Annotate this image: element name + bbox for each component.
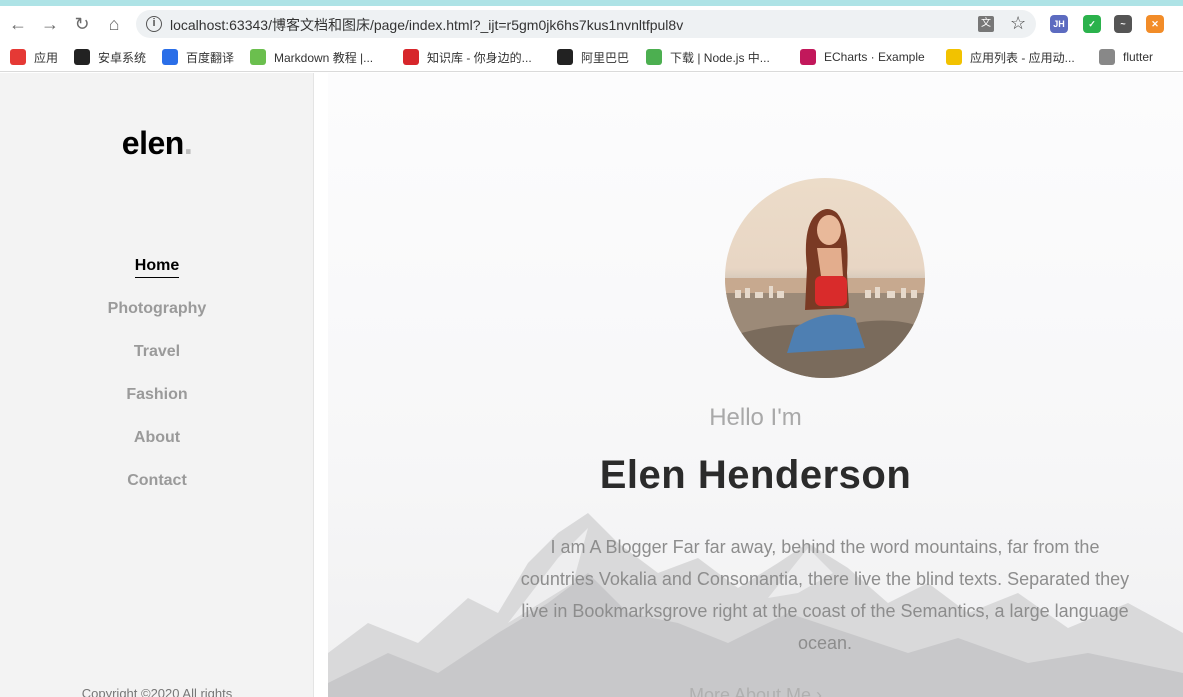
markdown-icon: [250, 49, 266, 65]
greeting-text: Hello I'm: [709, 404, 802, 431]
echarts-icon: [800, 49, 816, 65]
bookmark-item[interactable]: 应用列表 - 应用动...: [946, 48, 1075, 66]
bookmark-label: flutter: [1123, 50, 1154, 64]
site-info-icon[interactable]: i: [146, 16, 162, 32]
home-icon[interactable]: ⌂: [104, 14, 124, 34]
profile-photo: [725, 178, 925, 378]
main-nav: Home Photography Travel Fashion About Contact: [0, 257, 314, 515]
address-bar[interactable]: i localhost:63343/博客文档和图床/page/index.htm…: [136, 10, 1036, 38]
nav-item-label: Home: [134, 257, 180, 278]
translate-icon[interactable]: 文: [978, 16, 994, 32]
hero-section: Hello I'm Elen Henderson I am A Blogger …: [328, 73, 1183, 697]
github-icon: [74, 49, 90, 65]
bookmark-item[interactable]: 阿里巴巴: [557, 48, 629, 66]
nav-item-contact[interactable]: Contact: [0, 472, 314, 515]
bookmark-item[interactable]: flutter: [1099, 48, 1153, 66]
bookmark-label: 下载 | Node.js 中...: [670, 50, 770, 65]
bookmark-item[interactable]: Markdown 教程 |...: [250, 48, 373, 66]
web-page: elen. Home Photography Travel Fashion About C…: [0, 73, 1183, 697]
bookmark-label: ECharts · Example: [824, 50, 925, 64]
bookmark-item[interactable]: 知识库 - 你身边的...: [403, 48, 532, 66]
apps-grid-icon: [10, 49, 26, 65]
github-icon: [557, 49, 573, 65]
author-name: Elen Henderson: [599, 453, 912, 497]
more-about-me-link[interactable]: More About Me ›: [328, 685, 1183, 697]
shield-check-icon[interactable]: ✓: [1083, 15, 1101, 33]
nav-item-label: Photography: [107, 300, 207, 317]
orange-extension-icon[interactable]: ✕: [1146, 15, 1164, 33]
chart-extension-icon[interactable]: ~: [1114, 15, 1132, 33]
bookmark-item[interactable]: 百度翻译: [162, 48, 234, 66]
knowledge-icon: [403, 49, 419, 65]
folder-icon: [1099, 49, 1115, 65]
jh-icon[interactable]: JH: [1050, 15, 1068, 33]
nav-item-home[interactable]: Home: [0, 257, 314, 300]
browser-toolbar: ← → ↻ ⌂ i localhost:63343/博客文档和图床/page/i…: [0, 6, 1183, 42]
nav-item-label: Contact: [127, 472, 187, 489]
nav-item-label: Fashion: [126, 386, 188, 403]
reload-icon[interactable]: ↻: [72, 14, 92, 34]
back-arrow-icon[interactable]: ←: [8, 14, 28, 34]
profile-photo-illustration: [725, 178, 925, 378]
bookmark-label: Markdown 教程 |...: [274, 50, 374, 65]
author-bio: I am A Blogger Far far away, behind the …: [520, 537, 1130, 653]
forward-arrow-icon[interactable]: →: [40, 14, 60, 34]
bookmarks-bar: 应用 安卓系统 百度翻译 Markdown 教程 |... 知识库 - 你身边的... 阿…: [0, 42, 1183, 72]
nav-item-label: About: [133, 429, 181, 446]
bookmark-label: 知识库 - 你身边的...: [427, 50, 532, 65]
f-icon: [946, 49, 962, 65]
nodejs-icon: [646, 49, 662, 65]
bookmark-item[interactable]: 下载 | Node.js 中...: [646, 48, 770, 66]
nav-item-travel[interactable]: Travel: [0, 343, 314, 386]
address-url[interactable]: localhost:63343/博客文档和图床/page/index.html?…: [170, 15, 683, 35]
nav-item-label: Travel: [133, 343, 181, 360]
bookmark-item[interactable]: ECharts · Example: [800, 48, 925, 66]
nav-item-about[interactable]: About: [0, 429, 314, 472]
copyright-text: Copyright ©2020 All rights: [81, 686, 233, 697]
nav-item-fashion[interactable]: Fashion: [0, 386, 314, 429]
content-gutter: [314, 73, 328, 697]
bookmark-item[interactable]: 应用: [10, 48, 58, 66]
nav-item-photography[interactable]: Photography: [0, 300, 314, 343]
bookmark-star-icon[interactable]: ☆: [1010, 13, 1026, 34]
sidebar: elen. Home Photography Travel Fashion About C…: [0, 73, 314, 697]
site-logo[interactable]: elen.: [0, 125, 314, 162]
bookmark-label: 应用列表 - 应用动...: [970, 50, 1075, 65]
bookmark-label: 应用: [34, 50, 59, 65]
bookmark-label: 阿里巴巴: [581, 50, 630, 65]
bookmark-label: 百度翻译: [186, 50, 235, 65]
bookmark-label: 安卓系统: [98, 50, 147, 65]
translate-icon: [162, 49, 178, 65]
bookmark-item[interactable]: 安卓系统: [74, 48, 146, 66]
